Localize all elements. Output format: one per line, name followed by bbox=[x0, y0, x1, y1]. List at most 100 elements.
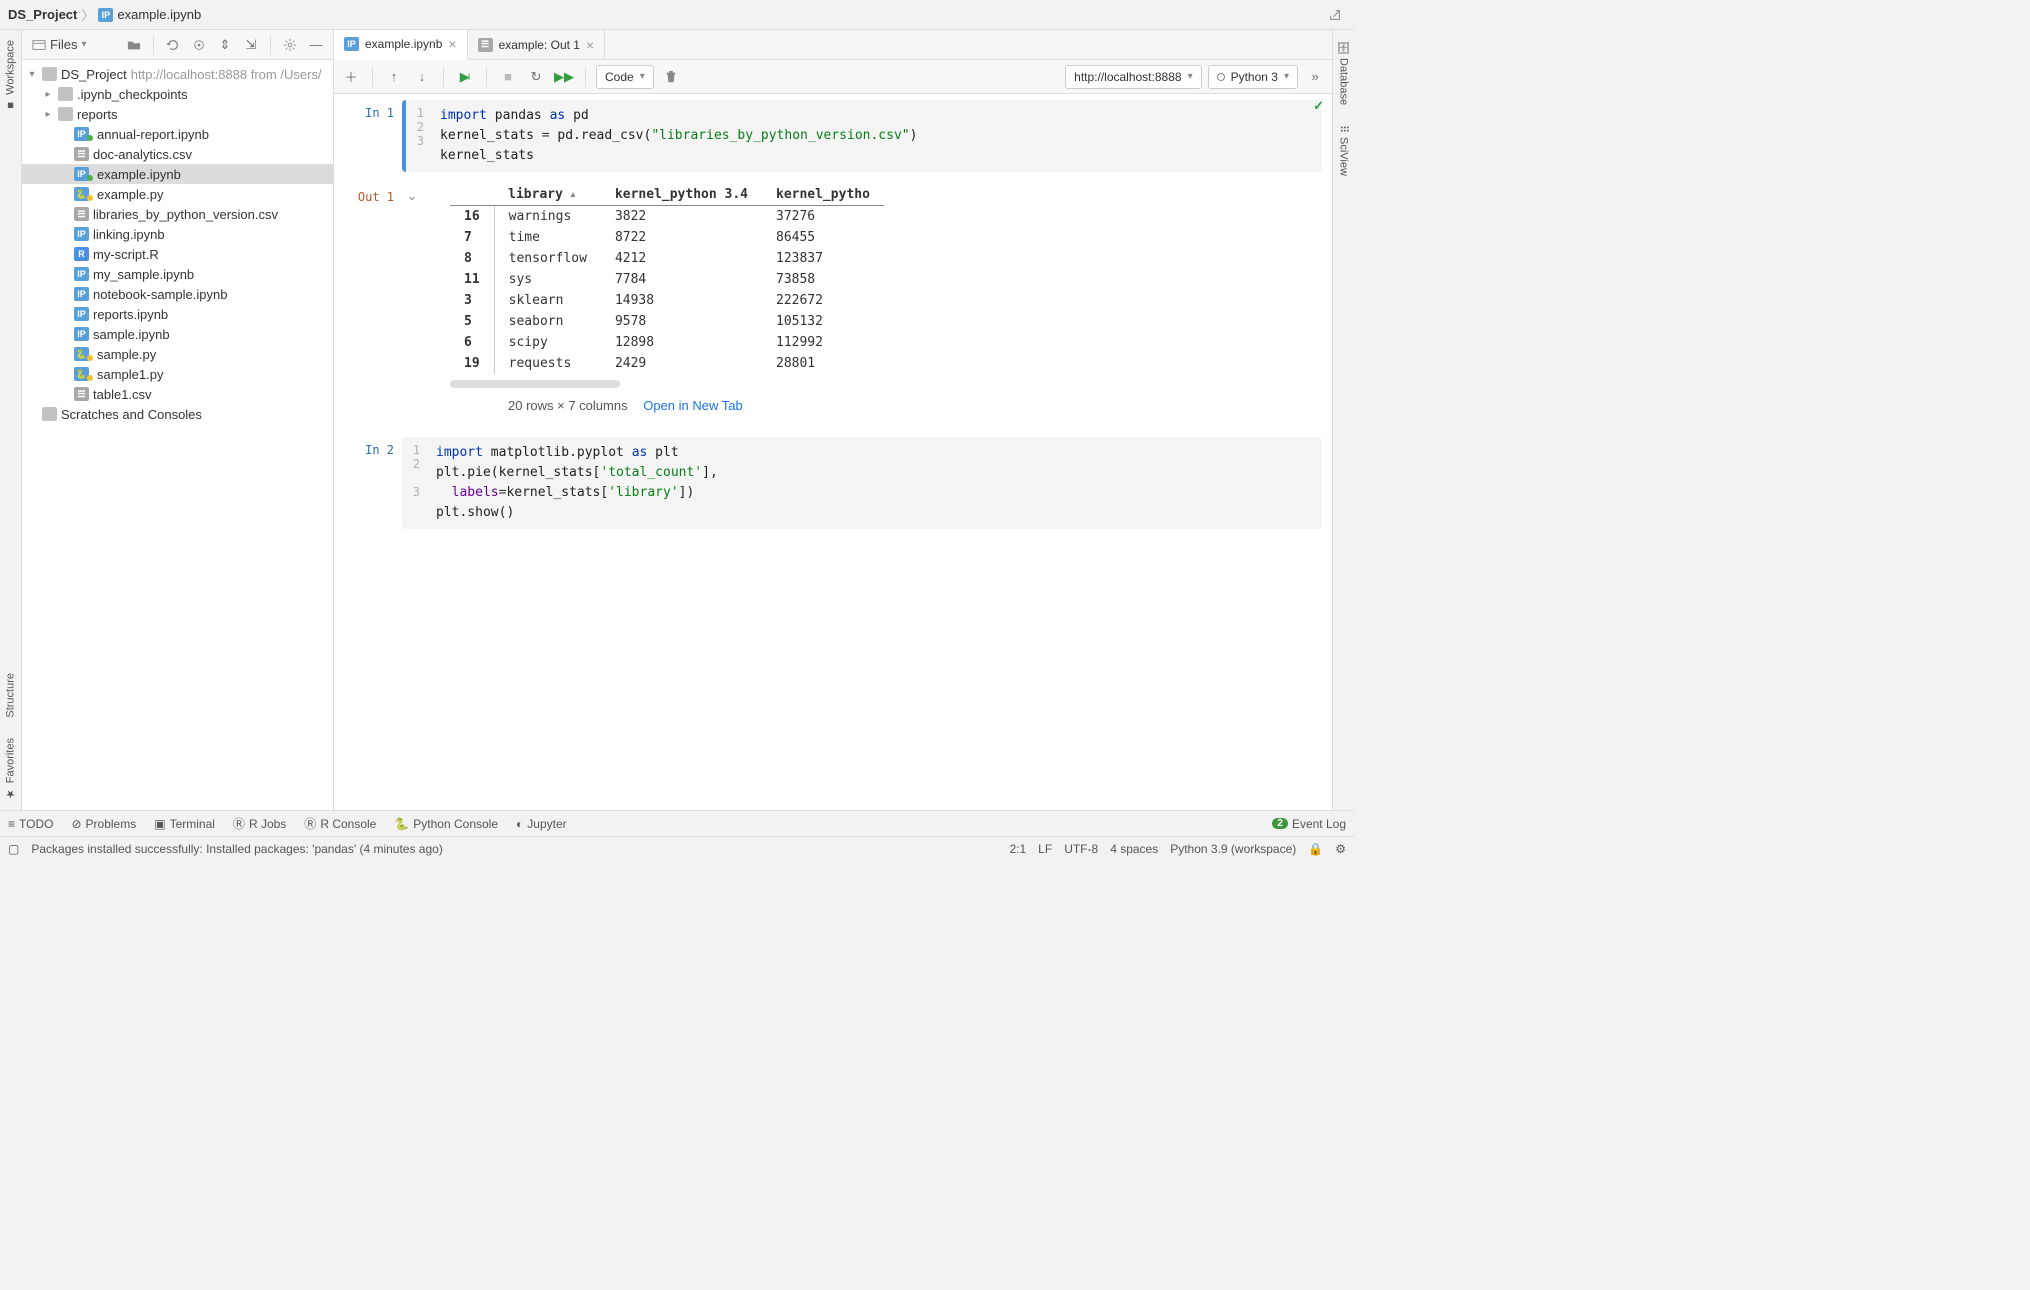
tool-problems[interactable]: ⊘ Problems bbox=[71, 817, 136, 831]
tree-item[interactable]: Rmy-script.R bbox=[22, 244, 333, 264]
code-box[interactable]: 12 3 import matplotlib.pyplot as plt plt… bbox=[402, 437, 1322, 529]
view-selector[interactable]: Files ▾ bbox=[28, 37, 90, 52]
file-label: linking.ipynb bbox=[93, 227, 165, 242]
open-new-tab-link[interactable]: Open in New Tab bbox=[643, 398, 743, 413]
move-up-icon[interactable]: ↑ bbox=[383, 66, 405, 88]
editor-tab[interactable]: IPexample.ipynb× bbox=[334, 30, 468, 60]
tree-item[interactable]: 🐍sample.py bbox=[22, 344, 333, 364]
more-icon[interactable]: » bbox=[1304, 66, 1326, 88]
stop-icon[interactable]: ■ bbox=[497, 66, 519, 88]
tool-python-console[interactable]: 🐍 Python Console bbox=[394, 817, 498, 831]
h-scrollbar[interactable] bbox=[450, 380, 620, 388]
breadcrumb-project[interactable]: DS_Project bbox=[8, 7, 77, 22]
tree-item[interactable]: ☰doc-analytics.csv bbox=[22, 144, 333, 164]
file-label: reports.ipynb bbox=[93, 307, 168, 322]
event-log[interactable]: 2 Event Log bbox=[1272, 817, 1346, 831]
tab-favorites[interactable]: ★Favorites bbox=[0, 728, 21, 810]
ico-csv-icon: ☰ bbox=[74, 387, 89, 401]
column-header[interactable]: kernel_python 3.4 bbox=[601, 184, 762, 206]
code-cell-1[interactable]: In 1 123 import pandas as pd kernel_stat… bbox=[344, 100, 1322, 172]
breadcrumb-file[interactable]: IP example.ipynb bbox=[98, 7, 201, 22]
tab-structure[interactable]: Structure bbox=[0, 663, 21, 728]
minimize-icon[interactable]: — bbox=[305, 34, 327, 56]
add-cell-icon[interactable]: ＋ bbox=[340, 66, 362, 88]
close-icon[interactable]: × bbox=[448, 36, 456, 52]
table-row[interactable]: 8tensorflow4212123837 bbox=[450, 248, 884, 269]
tree-item[interactable]: IPnotebook-sample.ipynb bbox=[22, 284, 333, 304]
caret-position[interactable]: 2:1 bbox=[1009, 842, 1026, 856]
tree-item[interactable]: Scratches and Consoles bbox=[22, 404, 333, 424]
tree-item[interactable]: IPannual-report.ipynb bbox=[22, 124, 333, 144]
expand-icon[interactable]: ▸ bbox=[42, 89, 54, 100]
lock-icon[interactable]: 🔒 bbox=[1308, 842, 1323, 856]
table-row[interactable]: 5seaborn9578105132 bbox=[450, 311, 884, 332]
tool-todo[interactable]: ≡ TODO bbox=[8, 817, 53, 831]
collapse-icon[interactable]: ⇲ bbox=[240, 34, 262, 56]
table-row[interactable]: 7time872286455 bbox=[450, 227, 884, 248]
restart-icon[interactable]: ↻ bbox=[525, 66, 547, 88]
gear-icon[interactable] bbox=[279, 34, 301, 56]
delete-icon[interactable] bbox=[660, 66, 682, 88]
tree-item[interactable]: IPmy_sample.ipynb bbox=[22, 264, 333, 284]
tree-item[interactable]: ☰libraries_by_python_version.csv bbox=[22, 204, 333, 224]
code-cell-2[interactable]: In 2 12 3 import matplotlib.pyplot as pl… bbox=[344, 437, 1322, 529]
tree-item[interactable]: ▾DS_Project http://localhost:8888 from /… bbox=[22, 64, 333, 84]
tree-item[interactable]: 🐍sample1.py bbox=[22, 364, 333, 384]
code-box[interactable]: 123 import pandas as pd kernel_stats = p… bbox=[402, 100, 1322, 172]
kernel-selector[interactable]: Python 3▾ bbox=[1208, 65, 1298, 89]
ico-csv-icon: ☰ bbox=[74, 207, 89, 221]
table-row[interactable]: 3sklearn14938222672 bbox=[450, 290, 884, 311]
tree-item[interactable]: ▸reports bbox=[22, 104, 333, 124]
code-lines[interactable]: import pandas as pd kernel_stats = pd.re… bbox=[430, 100, 1322, 172]
table-row[interactable]: 16warnings382237276 bbox=[450, 206, 884, 228]
table-row[interactable]: 19requests242928801 bbox=[450, 353, 884, 374]
tool-r-console[interactable]: Ⓡ R Console bbox=[304, 815, 376, 832]
encoding[interactable]: UTF-8 bbox=[1064, 842, 1098, 856]
code-lines[interactable]: import matplotlib.pyplot as plt plt.pie(… bbox=[426, 437, 1322, 529]
refresh-icon[interactable] bbox=[162, 34, 184, 56]
dataframe-output[interactable]: library▴kernel_python 3.4kernel_pytho16w… bbox=[450, 184, 1010, 374]
indent[interactable]: 4 spaces bbox=[1110, 842, 1158, 856]
close-icon[interactable]: × bbox=[586, 37, 594, 53]
tab-workspace[interactable]: ■Workspace bbox=[0, 30, 21, 121]
gear-sync-icon[interactable]: ⚙ bbox=[1335, 842, 1346, 856]
editor-tab[interactable]: ☰example: Out 1× bbox=[468, 30, 606, 59]
file-tree: ▾DS_Project http://localhost:8888 from /… bbox=[22, 60, 333, 810]
server-selector[interactable]: http://localhost:8888▾ bbox=[1065, 65, 1201, 89]
tree-item[interactable]: IPexample.ipynb bbox=[22, 164, 333, 184]
tree-item[interactable]: IPreports.ipynb bbox=[22, 304, 333, 324]
tool-terminal[interactable]: ▣ Terminal bbox=[154, 817, 215, 831]
run-all-icon[interactable]: ▶▶ bbox=[553, 66, 575, 88]
right-tool-tabs: 🗄Database ⠿SciView bbox=[1332, 30, 1354, 810]
tab-sciview[interactable]: ⠿SciView bbox=[1333, 115, 1354, 186]
target-icon[interactable] bbox=[188, 34, 210, 56]
expand-icon[interactable]: ⇕ bbox=[214, 34, 236, 56]
tab-database[interactable]: 🗄Database bbox=[1333, 30, 1354, 115]
table-row[interactable]: 6scipy12898112992 bbox=[450, 332, 884, 353]
cell-type-selector[interactable]: Code▾ bbox=[596, 65, 654, 89]
breadcrumb: DS_Project 〉 IP example.ipynb bbox=[0, 0, 1354, 30]
new-folder-icon[interactable] bbox=[123, 34, 145, 56]
tool-jupyter[interactable]: ◐ Jupyter bbox=[516, 817, 567, 831]
chevron-down-icon[interactable]: ⌄ bbox=[402, 184, 422, 413]
expand-icon[interactable]: ▸ bbox=[42, 109, 54, 120]
book-icon[interactable]: ▢ bbox=[8, 842, 19, 856]
ico-csv-icon: ☰ bbox=[74, 147, 89, 161]
table-row[interactable]: 11sys778473858 bbox=[450, 269, 884, 290]
tree-item[interactable]: 🐍example.py bbox=[22, 184, 333, 204]
interpreter[interactable]: Python 3.9 (workspace) bbox=[1170, 842, 1296, 856]
line-separator[interactable]: LF bbox=[1038, 842, 1052, 856]
move-down-icon[interactable]: ↓ bbox=[411, 66, 433, 88]
tree-item[interactable]: ☰table1.csv bbox=[22, 384, 333, 404]
column-header[interactable]: library▴ bbox=[494, 184, 601, 206]
column-header[interactable]: kernel_pytho bbox=[762, 184, 884, 206]
open-externally-icon[interactable] bbox=[1324, 4, 1346, 26]
tree-item[interactable]: ▸.ipynb_checkpoints bbox=[22, 84, 333, 104]
breadcrumb-file-label: example.ipynb bbox=[117, 7, 201, 22]
tree-item[interactable]: IPsample.ipynb bbox=[22, 324, 333, 344]
tool-r-jobs[interactable]: Ⓡ R Jobs bbox=[233, 815, 286, 832]
expand-icon[interactable]: ▾ bbox=[26, 69, 38, 80]
tree-item[interactable]: IPlinking.ipynb bbox=[22, 224, 333, 244]
output-cell-1: Out 1 ⌄ library▴kernel_python 3.4kernel_… bbox=[344, 184, 1322, 413]
run-icon[interactable]: ▶I bbox=[454, 66, 476, 88]
